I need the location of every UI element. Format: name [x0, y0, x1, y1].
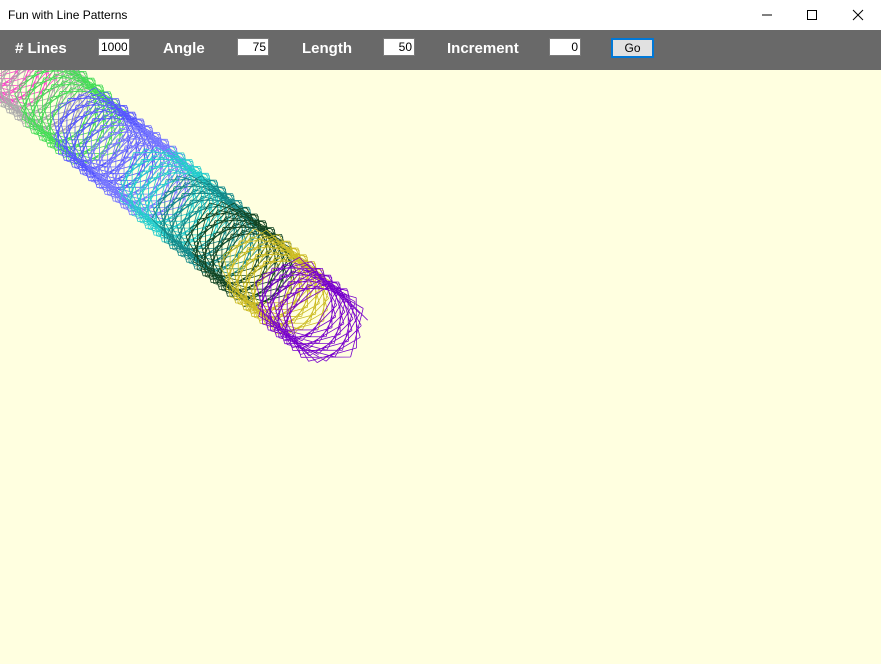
line-pattern — [0, 70, 368, 363]
lines-input[interactable] — [98, 38, 130, 56]
go-button[interactable]: Go — [611, 38, 654, 58]
toolbar: # Lines Angle Length Increment Go — [0, 30, 881, 70]
maximize-icon — [807, 10, 817, 20]
close-icon — [852, 9, 864, 21]
length-label: Length — [302, 40, 352, 57]
minimize-icon — [762, 14, 772, 16]
drawing-canvas — [0, 70, 881, 664]
close-button[interactable] — [835, 0, 881, 30]
window-title: Fun with Line Patterns — [8, 8, 128, 22]
increment-input[interactable] — [549, 38, 581, 56]
maximize-button[interactable] — [789, 0, 835, 30]
minimize-button[interactable] — [744, 0, 790, 30]
increment-label: Increment — [447, 40, 519, 57]
angle-label: Angle — [163, 40, 205, 57]
angle-input[interactable] — [237, 38, 269, 56]
lines-label: # Lines — [15, 40, 67, 57]
length-input[interactable] — [383, 38, 415, 56]
title-bar: Fun with Line Patterns — [0, 0, 881, 30]
